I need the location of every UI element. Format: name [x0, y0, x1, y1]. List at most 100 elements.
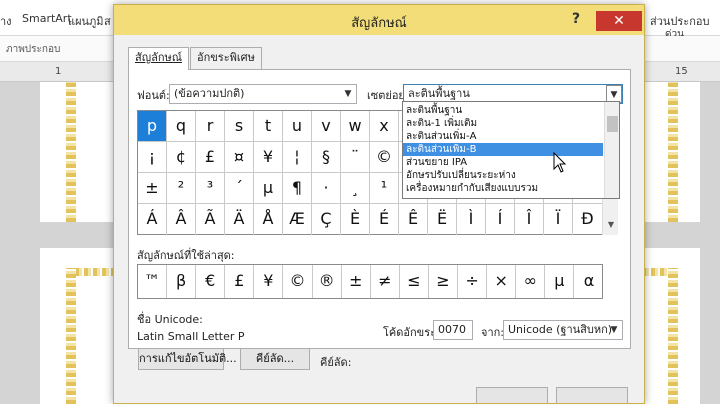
from-select[interactable]: Unicode (ฐานสิบหก) ▼	[503, 320, 623, 340]
ribbon-item[interactable]: ่าง	[0, 12, 12, 30]
dropdown-scrollbar[interactable]	[604, 102, 619, 198]
subset-option[interactable]: อักษรปรับเปลี่ยนระยะห่าง	[403, 169, 603, 182]
font-label: ฟอนต์:	[137, 89, 170, 102]
insert-button[interactable]	[476, 387, 548, 403]
symbol-cell[interactable]: Â	[167, 204, 196, 235]
dialog-titlebar[interactable]: สัญลักษณ์ ? ✕	[114, 5, 644, 35]
symbol-cell[interactable]: ¤	[225, 142, 254, 173]
symbol-cell[interactable]: ¸	[341, 173, 370, 204]
symbol-cell[interactable]: Ï	[544, 204, 573, 235]
recent-symbol-cell[interactable]: ±	[342, 265, 371, 298]
chevron-down-icon: ▼	[344, 89, 352, 99]
symbol-cell[interactable]: Ð	[573, 204, 602, 235]
recent-symbol-cell[interactable]: ≤	[400, 265, 429, 298]
symbol-cell[interactable]: ¨	[341, 142, 370, 173]
tab-symbols[interactable]: สัญลักษณ์	[128, 47, 189, 70]
symbol-cell[interactable]: §	[312, 142, 341, 173]
symbol-cell[interactable]: ¡	[138, 142, 167, 173]
symbol-cell[interactable]: ²	[167, 173, 196, 204]
recent-symbol-cell[interactable]: α	[575, 265, 604, 298]
symbol-cell[interactable]: Ä	[225, 204, 254, 235]
recent-symbol-cell[interactable]: β	[167, 265, 197, 298]
symbol-cell[interactable]: Ê	[399, 204, 428, 235]
help-button[interactable]: ?	[572, 11, 580, 27]
ribbon-item-smartart[interactable]: SmartArt	[22, 12, 72, 25]
recent-symbol-cell[interactable]: ÷	[458, 265, 488, 298]
symbol-cell[interactable]: ©	[370, 142, 399, 173]
symbol-cell[interactable]: Ë	[428, 204, 457, 235]
symbol-cell[interactable]: £	[196, 142, 225, 173]
symbol-cell[interactable]: ³	[196, 173, 225, 204]
recent-symbol-cell[interactable]: ≠	[371, 265, 400, 298]
symbol-cell[interactable]: Ç	[312, 204, 341, 235]
symbol-cell[interactable]: ¥	[254, 142, 283, 173]
subset-option[interactable]: เครื่องหมายกำกับเสียงแบบรวม	[403, 182, 603, 195]
symbol-dialog: สัญลักษณ์ ? ✕ สัญลักษณ์ อักขระพิเศษ ฟอนต…	[113, 4, 645, 404]
symbol-cell[interactable]: w	[341, 111, 370, 142]
from-label: จาก:	[481, 326, 504, 339]
symbol-cell[interactable]: Í	[486, 204, 515, 235]
chevron-down-icon: ▼	[610, 325, 618, 335]
symbol-cell[interactable]: s	[225, 111, 254, 142]
subset-dropdown-list[interactable]: ละตินพื้นฐาน ละติน-1 เพิ่มเติม ละตินส่วน…	[402, 101, 620, 199]
subset-select-value: ละตินพื้นฐาน	[408, 87, 470, 100]
symbol-cell[interactable]: Å	[254, 204, 283, 235]
char-code-label: โค้ดอักขระ:	[383, 326, 440, 339]
dialog-title: สัญลักษณ์	[351, 16, 407, 31]
shortcut-key-button[interactable]: คีย์ลัด...	[240, 348, 310, 370]
symbol-cell[interactable]: Á	[138, 204, 167, 235]
symbol-cell[interactable]: Ã	[196, 204, 225, 235]
symbol-cell[interactable]: É	[370, 204, 399, 235]
recent-symbol-cell[interactable]: €	[196, 265, 226, 298]
unicode-name-label: ชื่อ Unicode:	[137, 313, 203, 326]
font-select-value: (ข้อความปกติ)	[174, 87, 245, 100]
tab-special-characters[interactable]: อักขระพิเศษ	[190, 47, 262, 69]
autocorrect-button[interactable]: การแก้ไขอัตโนมัติ...	[138, 348, 237, 370]
recent-symbol-cell[interactable]: ©	[284, 265, 313, 298]
recent-symbol-cell[interactable]: µ	[545, 265, 575, 298]
dropdown-scroll-thumb[interactable]	[607, 116, 618, 132]
subset-option[interactable]: ส่วนขยาย IPA	[403, 156, 603, 169]
ribbon-item[interactable]: ส	[104, 12, 111, 30]
ribbon-group-label: ภาพประกอบ	[6, 44, 61, 55]
ruler-number: 15	[675, 66, 688, 77]
recent-label: สัญลักษณ์ที่ใช้ล่าสุด:	[137, 249, 235, 262]
symbol-cell[interactable]: Î	[515, 204, 544, 235]
recent-symbol-cell[interactable]: ™	[138, 265, 167, 298]
symbol-cell-selected[interactable]: p	[138, 111, 167, 142]
symbol-cell[interactable]: v	[312, 111, 341, 142]
symbol-cell[interactable]: ¦	[283, 142, 312, 173]
scroll-down-icon[interactable]: ▼	[603, 217, 619, 233]
symbol-cell[interactable]: t	[254, 111, 283, 142]
symbol-cell[interactable]: x	[370, 111, 399, 142]
char-code-input[interactable]: 0070	[433, 320, 473, 340]
subset-option-highlighted[interactable]: ละตินส่วนเพิ่ม-B	[403, 143, 603, 156]
symbol-cell[interactable]: ·	[312, 173, 341, 204]
recent-symbol-cell[interactable]: ®	[313, 265, 342, 298]
symbol-cell[interactable]: ±	[138, 173, 167, 204]
symbol-cell[interactable]: Ì	[457, 204, 486, 235]
symbol-cell[interactable]: µ	[254, 173, 283, 204]
cancel-button[interactable]	[556, 387, 628, 403]
ribbon-item-chart[interactable]: แผนภูมิ	[68, 12, 104, 30]
recent-symbol-cell[interactable]: £	[225, 265, 255, 298]
recent-symbol-cell[interactable]: ×	[487, 265, 517, 298]
symbol-cell[interactable]: ¢	[167, 142, 196, 173]
symbol-cell[interactable]: q	[167, 111, 196, 142]
close-button[interactable]: ✕	[596, 11, 642, 31]
subset-option[interactable]: ละติน-1 เพิ่มเติม	[403, 117, 603, 130]
recent-symbol-cell[interactable]: ∞	[516, 265, 546, 298]
unicode-name: Latin Small Letter P	[137, 330, 245, 343]
symbol-cell[interactable]: ¹	[370, 173, 399, 204]
symbol-cell[interactable]: È	[341, 204, 370, 235]
symbol-cell[interactable]: ´	[225, 173, 254, 204]
subset-option[interactable]: ละตินส่วนเพิ่ม-A	[403, 130, 603, 143]
subset-option[interactable]: ละตินพื้นฐาน	[403, 104, 603, 117]
recent-symbol-cell[interactable]: ≥	[429, 265, 458, 298]
symbol-cell[interactable]: ¶	[283, 173, 312, 204]
symbol-cell[interactable]: Æ	[283, 204, 312, 235]
font-select[interactable]: (ข้อความปกติ) ▼	[169, 84, 357, 104]
recent-symbol-cell[interactable]: ¥	[254, 265, 284, 298]
symbol-cell[interactable]: u	[283, 111, 312, 142]
symbol-cell[interactable]: r	[196, 111, 225, 142]
